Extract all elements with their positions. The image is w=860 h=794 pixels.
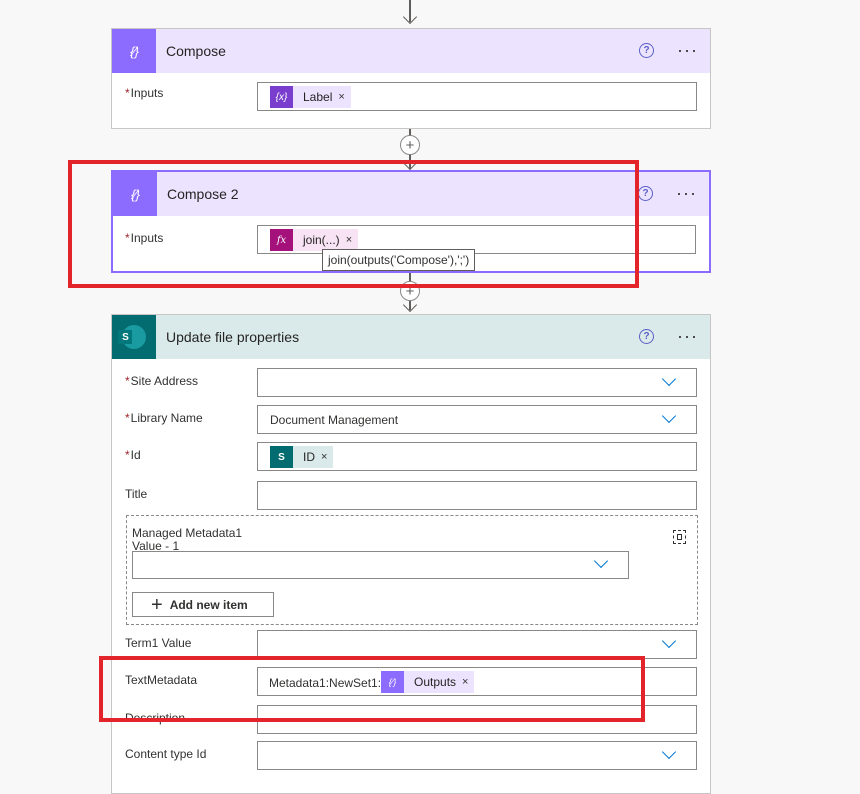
library-name-dropdown[interactable]: Document Management bbox=[257, 405, 697, 434]
id-label: *Id bbox=[125, 448, 141, 462]
arrow-down-icon bbox=[402, 9, 418, 25]
update-file-properties-card[interactable]: S Update file properties ? ··· *Site Add… bbox=[111, 314, 711, 794]
plus-icon: + bbox=[151, 593, 163, 616]
update-header[interactable]: S Update file properties ? ··· bbox=[112, 315, 710, 359]
help-icon[interactable]: ? bbox=[639, 43, 654, 58]
compose-title: Compose bbox=[166, 43, 226, 59]
label-token-text: Label bbox=[303, 90, 333, 104]
title-field[interactable] bbox=[257, 481, 697, 510]
help-icon[interactable]: ? bbox=[638, 186, 653, 201]
compose-card[interactable]: {∕} Compose ? ··· *Inputs {x} Label × bbox=[111, 28, 711, 129]
managed-metadata-dropdown[interactable] bbox=[132, 551, 629, 579]
chevron-down-icon bbox=[661, 371, 677, 387]
more-options-icon[interactable]: ··· bbox=[676, 184, 697, 202]
compose-inputs-label: *Inputs bbox=[125, 86, 164, 100]
add-new-item-label: Add new item bbox=[169, 597, 248, 612]
content-type-dropdown[interactable] bbox=[257, 741, 697, 770]
sharepoint-icon: S bbox=[112, 315, 156, 359]
content-type-label: Content type Id bbox=[125, 747, 207, 761]
library-name-label: *Library Name bbox=[125, 411, 203, 425]
id-token-text: ID bbox=[303, 450, 315, 464]
chevron-down-icon bbox=[593, 553, 609, 569]
id-token[interactable]: S ID × bbox=[270, 446, 334, 468]
term1-label: Term1 Value bbox=[125, 636, 192, 650]
insert-step-button[interactable]: + bbox=[400, 135, 420, 155]
chevron-down-icon bbox=[661, 408, 677, 424]
add-new-item-button[interactable]: + Add new item bbox=[132, 592, 274, 617]
id-field[interactable]: S ID × bbox=[257, 442, 697, 471]
managed-metadata-group: Managed Metadata1 Value - 1 + Add new it… bbox=[126, 515, 698, 625]
update-title: Update file properties bbox=[166, 329, 300, 345]
variable-icon: {x} bbox=[270, 86, 293, 108]
chevron-down-icon bbox=[661, 744, 677, 760]
site-address-dropdown[interactable] bbox=[257, 368, 697, 397]
highlight-textmetadata bbox=[99, 656, 645, 722]
managed-metadata-label: Managed Metadata1 Value - 1 bbox=[132, 526, 243, 553]
help-icon[interactable]: ? bbox=[639, 329, 654, 344]
title-label: Title bbox=[125, 487, 148, 501]
term1-dropdown[interactable] bbox=[257, 630, 697, 659]
highlight-compose2 bbox=[68, 160, 639, 288]
remove-token-icon[interactable]: × bbox=[338, 91, 344, 103]
library-name-value: Document Management bbox=[270, 413, 399, 427]
compose-header[interactable]: {∕} Compose ? ··· bbox=[112, 29, 710, 73]
compose-inputs-field[interactable]: {x} Label × bbox=[257, 82, 697, 111]
site-address-label: *Site Address bbox=[125, 374, 199, 388]
more-options-icon[interactable]: ··· bbox=[677, 41, 698, 59]
label-token[interactable]: {x} Label × bbox=[270, 86, 351, 108]
remove-token-icon[interactable]: × bbox=[321, 451, 327, 463]
chevron-down-icon bbox=[661, 633, 677, 649]
sharepoint-icon: S bbox=[270, 446, 293, 468]
delete-item-icon[interactable] bbox=[673, 530, 686, 544]
compose-action-icon: {∕} bbox=[112, 29, 156, 73]
more-options-icon[interactable]: ··· bbox=[677, 327, 698, 345]
